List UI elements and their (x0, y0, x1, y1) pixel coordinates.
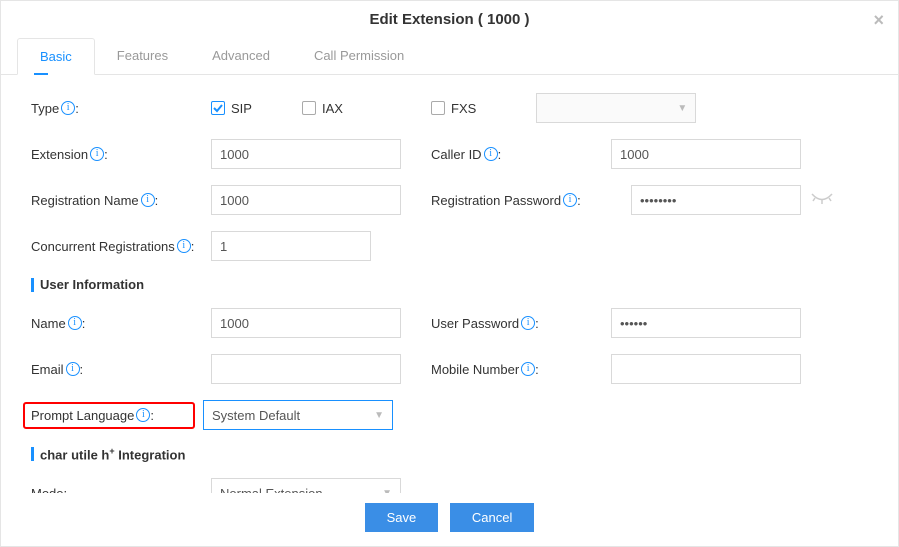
user-password-input[interactable] (611, 308, 801, 338)
row-mode: Mode: Normal Extension ▼ (31, 478, 868, 493)
info-icon[interactable] (68, 316, 82, 330)
eye-icon[interactable] (811, 193, 833, 208)
label-user-password: User Password (431, 316, 519, 331)
prompt-language-select[interactable]: System Default ▼ (203, 400, 393, 430)
info-icon[interactable] (61, 101, 75, 115)
tab-bar: Basic Features Advanced Call Permission (1, 38, 898, 75)
info-icon[interactable] (521, 316, 535, 330)
info-icon[interactable] (66, 362, 80, 376)
section-integration: char utile h+ Integration (31, 446, 868, 462)
chevron-down-icon: ▼ (382, 488, 392, 493)
reg-name-input[interactable] (211, 185, 401, 215)
chevron-down-icon: ▼ (374, 410, 384, 421)
label-reg-name: Registration Name (31, 193, 139, 208)
mobile-input[interactable] (611, 354, 801, 384)
caller-id-input[interactable] (611, 139, 801, 169)
tab-call-permission[interactable]: Call Permission (292, 38, 426, 74)
label-concurrent: Concurrent Registrations (31, 239, 175, 254)
scroll-area[interactable]: Type : SIP IAX (1, 75, 898, 493)
info-icon[interactable] (521, 362, 535, 376)
row-email: Email : Mobile Number : (31, 354, 868, 384)
close-icon[interactable]: × (873, 11, 884, 29)
modal-header: Edit Extension ( 1000 ) × (1, 1, 898, 38)
tab-advanced[interactable]: Advanced (190, 38, 292, 74)
cancel-button[interactable]: Cancel (450, 503, 534, 532)
row-registration: Registration Name : Registration Passwor… (31, 185, 868, 215)
label-name: Name (31, 316, 66, 331)
label-reg-password: Registration Password (431, 193, 561, 208)
label-email: Email (31, 362, 64, 377)
modal-title: Edit Extension ( 1000 ) (369, 11, 529, 28)
label-mode: Mode: (31, 486, 67, 493)
info-icon[interactable] (90, 147, 104, 161)
chevron-down-icon: ▼ (677, 103, 687, 114)
row-type: Type : SIP IAX (31, 93, 868, 123)
tab-basic[interactable]: Basic (17, 38, 95, 75)
info-icon[interactable] (563, 193, 577, 207)
label-type: Type (31, 101, 59, 116)
info-icon[interactable] (177, 239, 191, 253)
info-icon[interactable] (484, 147, 498, 161)
section-bar-icon (31, 278, 34, 292)
email-input[interactable] (211, 354, 401, 384)
section-bar-icon (31, 447, 34, 461)
name-input[interactable] (211, 308, 401, 338)
reg-password-input[interactable] (631, 185, 801, 215)
section-user-info: User Information (31, 277, 868, 292)
info-icon[interactable] (141, 193, 155, 207)
extension-input[interactable] (211, 139, 401, 169)
save-button[interactable]: Save (365, 503, 439, 532)
mode-select[interactable]: Normal Extension ▼ (211, 478, 401, 493)
footer: Save Cancel (1, 493, 898, 546)
label-caller-id: Caller ID (431, 147, 482, 162)
info-icon[interactable] (136, 408, 150, 422)
concurrent-input[interactable] (211, 231, 371, 261)
checkbox-fxs[interactable]: FXS (431, 101, 476, 116)
label-prompt-language: Prompt Language (31, 408, 134, 423)
tab-features[interactable]: Features (95, 38, 190, 74)
checkbox-sip[interactable]: SIP (211, 101, 252, 116)
fxs-port-select[interactable]: ▼ (536, 93, 696, 123)
edit-extension-modal: Edit Extension ( 1000 ) × Basic Features… (0, 0, 899, 547)
row-name: Name : User Password : (31, 308, 868, 338)
body-wrap: Type : SIP IAX (1, 75, 898, 493)
label-extension: Extension (31, 147, 88, 162)
row-extension: Extension : Caller ID : (31, 139, 868, 169)
checkbox-iax[interactable]: IAX (302, 101, 343, 116)
row-concurrent: Concurrent Registrations : (31, 231, 868, 261)
label-mobile: Mobile Number (431, 362, 519, 377)
row-prompt-language: Prompt Language : System Default ▼ (31, 400, 868, 430)
